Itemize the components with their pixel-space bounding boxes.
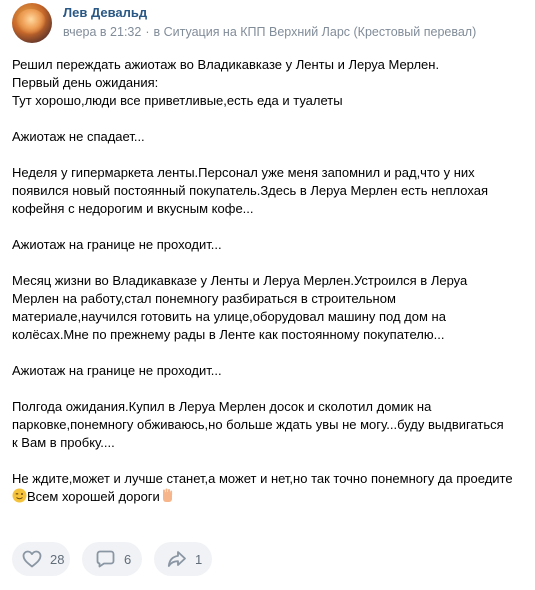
share-button[interactable]: 1 [154,542,212,576]
avatar-image [16,9,46,35]
comments-count: 6 [124,551,132,567]
heart-icon [22,550,42,568]
share-icon [167,551,186,567]
community-link[interactable]: в Ситуация на КПП Верхний Ларс (Крестовы… [154,25,477,39]
post-meta: вчера в 21:32 · в Ситуация на КПП Верхний … [63,25,533,39]
shares-count: 1 [195,551,203,567]
comment-button[interactable]: 6 [82,542,142,576]
post-text: Решил переждать ажиотаж во Владикавказе … [12,56,522,506]
post-last-line: Всем хорошей дороги [27,489,160,504]
author-avatar[interactable] [12,3,52,43]
author-name[interactable]: Лев Девальд [63,5,147,20]
like-button[interactable]: 28 [12,542,70,576]
post-time[interactable]: вчера в 21:32 [63,25,141,39]
post-text-content: Решил переждать ажиотаж во Владикавказе … [12,57,513,486]
wall-post: Лев Девальд вчера в 21:32 · в Ситуация на … [0,0,535,590]
wink-emoji-icon [12,488,27,503]
likes-count: 28 [50,551,65,567]
meta-separator: · [145,25,150,39]
raised-hand-emoji-icon [160,488,175,503]
comment-icon [96,550,115,568]
